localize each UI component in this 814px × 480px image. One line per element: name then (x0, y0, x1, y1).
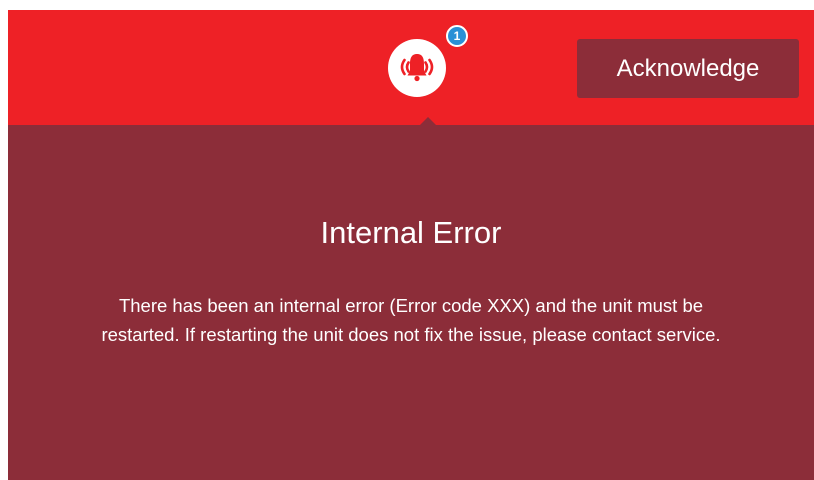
alert-content-panel: Internal Error There has been an interna… (8, 125, 814, 480)
bell-alarm-icon (400, 54, 434, 82)
alert-screen: 1 Acknowledge Internal Error There has b… (8, 10, 814, 480)
acknowledge-button[interactable]: Acknowledge (577, 39, 799, 98)
alert-message: There has been an internal error (Error … (101, 295, 721, 345)
alarm-button[interactable] (388, 39, 446, 97)
alert-header-bar: 1 Acknowledge (8, 10, 814, 126)
notification-count-badge: 1 (446, 25, 468, 47)
alert-title: Internal Error (320, 215, 502, 250)
